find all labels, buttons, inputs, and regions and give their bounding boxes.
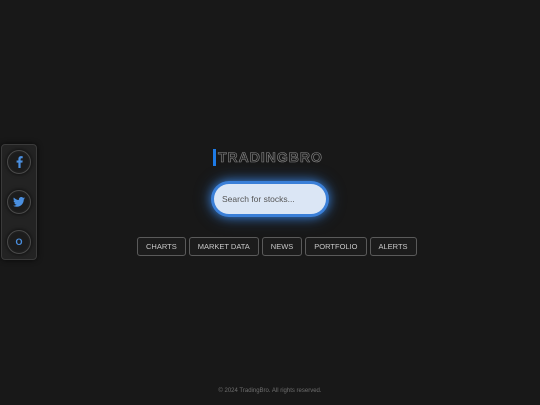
twitter-icon: [13, 197, 25, 207]
logo-text: TRADINGBRO: [218, 149, 323, 166]
nav-charts-button[interactable]: CHARTS: [137, 237, 186, 256]
facebook-icon: [16, 156, 23, 168]
search-container: [211, 181, 329, 217]
nav-portfolio-button[interactable]: PORTFOLIO: [305, 237, 367, 256]
search-input[interactable]: [214, 184, 326, 214]
page: O TRADINGBRO CHARTS MARKET DATA NEWS POR…: [0, 0, 540, 405]
logo-accent-bar: [213, 148, 216, 166]
nav-alerts-button[interactable]: ALERTS: [369, 237, 417, 256]
twitter-button[interactable]: [7, 190, 31, 214]
other-social-label: O: [15, 237, 23, 247]
social-sidebar: O: [1, 144, 37, 260]
other-social-button[interactable]: O: [7, 230, 31, 254]
nav-news-button[interactable]: NEWS: [261, 237, 303, 256]
logo: TRADINGBRO: [213, 148, 323, 166]
facebook-button[interactable]: [7, 150, 31, 174]
nav-market-data-button[interactable]: MARKET DATA: [188, 237, 259, 256]
footer-copyright: © 2024 TradingBro. All rights reserved.: [218, 388, 322, 394]
main-nav: CHARTS MARKET DATA NEWS PORTFOLIO ALERTS: [137, 237, 417, 256]
